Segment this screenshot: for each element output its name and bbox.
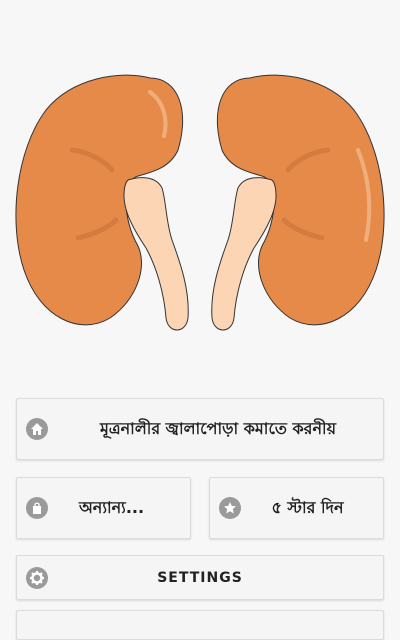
- kidneys-image: [15, 74, 385, 331]
- star-icon: [219, 497, 241, 519]
- gear-icon: [26, 566, 48, 589]
- more-apps-button[interactable]: অন্যান্য...: [16, 477, 191, 539]
- shopping-bag-icon: [26, 497, 48, 519]
- main-topic-button[interactable]: মূত্রনালীর জ্বালাপোড়া কমাতে করনীয়: [16, 398, 384, 460]
- partial-button[interactable]: [16, 610, 384, 640]
- settings-button[interactable]: SETTINGS: [16, 555, 384, 600]
- kidneys-illustration: [0, 0, 400, 390]
- settings-label: SETTINGS: [157, 569, 243, 586]
- home-icon: [26, 418, 48, 440]
- main-topic-label: মূত্রনালীর জ্বালাপোড়া কমাতে করনীয়: [99, 418, 336, 438]
- rate-five-star-button[interactable]: ৫ স্টার দিন: [209, 477, 384, 539]
